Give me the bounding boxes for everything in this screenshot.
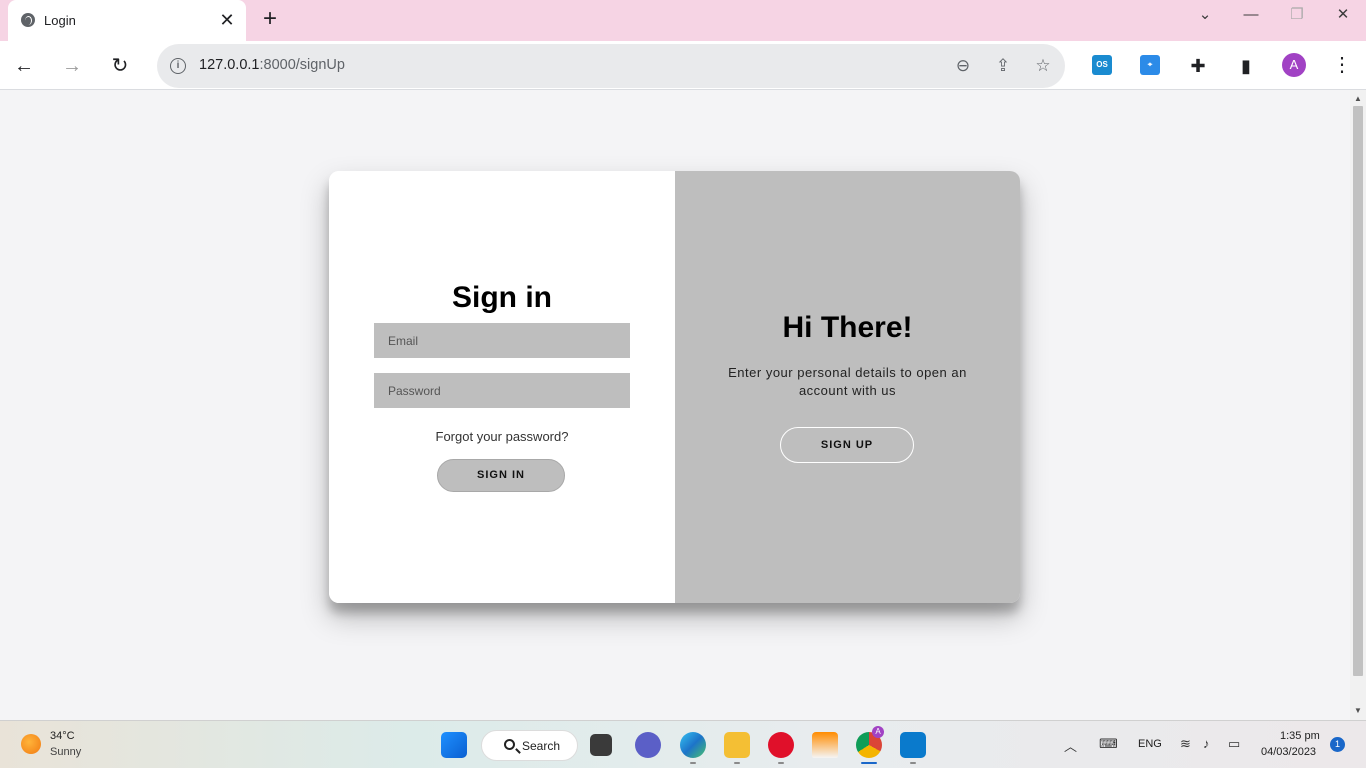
reload-button[interactable]: ↻ — [107, 53, 133, 79]
url-host: 127.0.0.1 — [199, 57, 260, 73]
signin-title: Sign in — [452, 281, 552, 314]
volume-icon[interactable]: ♪ — [1203, 736, 1210, 751]
signup-button[interactable]: SIGN UP — [780, 427, 914, 463]
url-path: :8000/signUp — [259, 57, 345, 73]
edge-running-indicator — [690, 762, 696, 764]
page-scrollbar[interactable]: ▲ ▼ — [1350, 90, 1366, 720]
new-tab-button[interactable]: + — [258, 7, 282, 32]
osint-extension-icon[interactable]: OS — [1092, 55, 1112, 75]
wifi-icon[interactable]: ≋ — [1180, 736, 1191, 752]
browser-menu-icon[interactable]: ⋮ — [1332, 53, 1352, 77]
taskbar-search[interactable]: Search — [481, 730, 578, 761]
side-panel-icon[interactable]: ▮ — [1233, 53, 1259, 79]
sun-icon[interactable] — [21, 734, 41, 754]
tab-search-chevron-icon[interactable]: ⌄ — [1191, 6, 1219, 24]
profile-avatar[interactable]: A — [1282, 53, 1306, 77]
explorer-running-indicator — [734, 762, 740, 764]
close-window-button[interactable]: ✕ — [1329, 6, 1357, 24]
weather-temp[interactable]: 34°C — [50, 730, 75, 742]
clock-date[interactable]: 04/03/2023 — [1261, 746, 1316, 758]
file-explorer-icon[interactable] — [724, 732, 750, 758]
chrome-profile-badge: A — [872, 726, 884, 738]
chat-icon[interactable] — [635, 732, 661, 758]
browser-toolbar: ← → ↻ i 127.0.0.1:8000/signUp ⊖ ⇪ ☆ OS ⌖… — [0, 41, 1366, 90]
chrome-running-indicator — [861, 762, 877, 764]
battery-icon[interactable]: ▭ — [1228, 736, 1240, 752]
show-hidden-icons-chevron-icon[interactable]: ︿ — [1064, 736, 1077, 755]
vscode-icon[interactable] — [900, 732, 926, 758]
chrome-icon[interactable]: A — [856, 726, 884, 758]
clock-time[interactable]: 1:35 pm — [1280, 730, 1320, 742]
tab-strip: Login ✕ + ⌄ — ❐ ✕ — [0, 0, 1366, 41]
windows-start-icon[interactable] — [441, 732, 467, 758]
signin-panel: Sign in Forgot your password? SIGN IN — [329, 171, 675, 603]
browser-tab-login[interactable]: Login ✕ — [8, 0, 246, 41]
overlay-text: Enter your personal details to open an a… — [728, 365, 967, 398]
language-indicator[interactable]: ENG — [1138, 738, 1162, 750]
vlc-icon[interactable] — [812, 732, 838, 758]
opera-running-indicator — [778, 762, 784, 764]
vscode-running-indicator — [910, 762, 916, 764]
extensions-puzzle-icon[interactable]: ✚ — [1185, 53, 1211, 79]
notification-badge[interactable]: 1 — [1330, 737, 1345, 752]
forward-button[interactable]: → — [59, 53, 85, 79]
signin-button[interactable]: SIGN IN — [437, 459, 565, 492]
site-info-icon[interactable]: i — [170, 58, 186, 74]
email-field[interactable] — [374, 323, 630, 358]
tab-title: Login — [44, 13, 76, 28]
share-icon[interactable]: ⇪ — [992, 55, 1014, 77]
keyboard-icon[interactable]: ⌨ — [1099, 736, 1118, 752]
auth-card: Sign in Forgot your password? SIGN IN Hi… — [329, 171, 1020, 603]
minimize-button[interactable]: — — [1237, 6, 1265, 24]
task-view-icon[interactable] — [590, 734, 612, 756]
scroll-down-icon[interactable]: ▼ — [1350, 704, 1366, 718]
signup-overlay-panel: Hi There! Enter your personal details to… — [675, 171, 1020, 603]
password-field[interactable] — [374, 373, 630, 408]
windows-taskbar: 34°C Sunny Search A ︿ ⌨ ENG ≋ ♪ ▭ 1:35 p… — [0, 720, 1366, 768]
address-bar[interactable]: i 127.0.0.1:8000/signUp ⊖ ⇪ ☆ — [157, 44, 1065, 88]
overlay-title: Hi There! — [782, 311, 913, 344]
pin-extension-icon[interactable]: ⌖ — [1140, 55, 1160, 75]
url-text[interactable]: 127.0.0.1:8000/signUp — [199, 57, 345, 73]
forgot-password-link[interactable]: Forgot your password? — [329, 429, 675, 444]
zoom-out-icon[interactable]: ⊖ — [952, 55, 974, 77]
scroll-thumb[interactable] — [1353, 106, 1363, 676]
close-tab-icon[interactable]: ✕ — [217, 10, 237, 30]
search-icon — [504, 739, 515, 750]
back-button[interactable]: ← — [11, 53, 37, 79]
restore-button[interactable]: ❐ — [1283, 6, 1311, 24]
opera-icon[interactable] — [768, 732, 794, 758]
edge-icon[interactable] — [680, 732, 706, 758]
search-label: Search — [522, 739, 561, 753]
scroll-up-icon[interactable]: ▲ — [1350, 92, 1366, 106]
bookmark-star-icon[interactable]: ☆ — [1032, 55, 1054, 77]
weather-condition[interactable]: Sunny — [50, 746, 81, 758]
globe-icon — [21, 13, 35, 27]
